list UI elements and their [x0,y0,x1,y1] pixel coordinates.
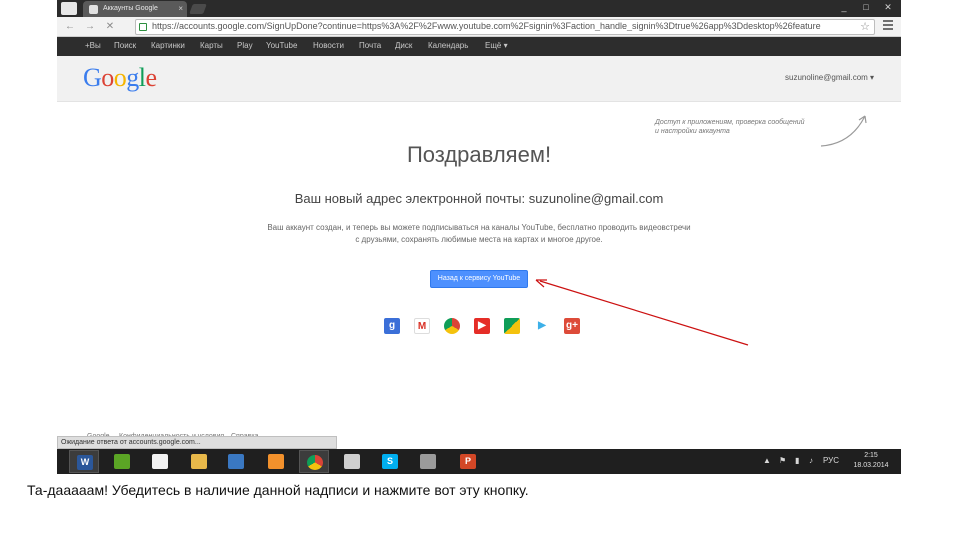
clock-date: 18.03.2014 [853,462,889,469]
taskbar-app-dark[interactable] [337,450,367,473]
google-plus-red-icon[interactable]: g+ [564,318,580,334]
google-plus-icon[interactable]: g [384,318,400,334]
stop-button[interactable]: ✕ [103,20,117,34]
play-icon[interactable]: ▶ [534,318,550,334]
tray-arrow-icon[interactable]: ▲ [763,456,771,465]
page-title: Поздравляем! [406,142,552,167]
page-header: Google suzunoline@gmail.com ▾ [57,56,901,102]
tray-flag-icon[interactable]: ⚑ [779,456,786,465]
product-icons: g M ▶ ▶ g+ [384,318,580,334]
explorer-icon [191,454,207,469]
evernote-icon [114,454,130,469]
google-favicon-icon [89,5,98,14]
taskbar-evernote[interactable] [107,450,137,473]
youtube-icon[interactable]: ▶ [474,318,490,334]
language-indicator[interactable]: РУС [823,456,839,465]
back-to-youtube-button[interactable]: Назад к сервису YouTube [430,270,528,288]
tray-volume-icon[interactable]: ♪ [809,456,813,465]
app-dark-icon [344,454,360,469]
taskbar-chrome[interactable] [299,450,329,473]
maps-icon[interactable] [504,318,520,334]
gbar-item-3[interactable]: Карты [200,41,223,50]
powerpoint-icon: P [460,454,476,469]
taskbar-app-blue[interactable] [221,450,251,473]
taskbar-apps[interactable] [145,450,175,473]
browser-titlebar: Аккаунты Google × _ □ ✕ [57,0,901,17]
lock-icon [139,23,147,31]
url-text: https://accounts.google.com/SignUpDone?c… [152,21,821,31]
bookmark-star-icon[interactable]: ☆ [860,20,870,33]
screenshot: Аккаунты Google × _ □ ✕ ← → ✕ https://ac… [57,0,901,474]
tank-icon [420,454,436,469]
google-logo[interactable]: Google [83,63,157,93]
clock-time: 2:15 [864,452,878,459]
tray-network-icon[interactable]: ▮ [795,456,799,465]
new-tab-button[interactable] [189,4,207,14]
maximize-button[interactable]: □ [855,0,877,14]
gbar-item-10[interactable]: Ещё ▾ [485,41,508,50]
taskbar-powerpoint[interactable]: P [453,450,483,473]
gbar-item-9[interactable]: Календарь [428,41,468,50]
tab-title: Аккаунты Google [103,5,158,12]
gbar-item-4[interactable]: Play [237,41,253,50]
browser-profile-icon[interactable] [61,2,77,15]
windows-taskbar: ▲ ⚑ ▮ ♪ РУС 2:15 18.03.2014 W S P [57,449,901,474]
minimize-button[interactable]: _ [833,0,855,14]
tab-accounts[interactable]: Аккаунты Google × [83,1,187,17]
status-bubble: Ожидание ответа от accounts.google.com..… [57,436,337,449]
taskbar-tank[interactable] [413,450,443,473]
gbar-item-7[interactable]: Почта [359,41,381,50]
gbar-item-0[interactable]: +Вы [85,41,101,50]
gbar-item-6[interactable]: Новости [313,41,344,50]
skype-icon: S [382,454,398,469]
url-bar[interactable]: https://accounts.google.com/SignUpDone?c… [135,19,875,35]
gbar-item-1[interactable]: Поиск [114,41,136,50]
gbar-item-2[interactable]: Картинки [151,41,185,50]
close-window-button[interactable]: ✕ [877,0,899,14]
taskbar-explorer[interactable] [184,450,214,473]
app-blue-icon [228,454,244,469]
taskbar-skype[interactable]: S [375,450,405,473]
new-email-text: Ваш новый адрес электронной почты: suzun… [294,191,664,206]
forward-button[interactable]: → [83,20,97,34]
app-orange-icon [268,454,284,469]
chrome-icon [307,455,323,470]
caption-text: Та-дааааам! Убедитесь в наличие данной н… [27,482,529,498]
google-bar: +Вы Поиск Картинки Карты Play YouTube Новости П… [57,37,901,56]
word-icon: W [77,455,93,470]
gbar-item-8[interactable]: Диск [395,41,412,50]
clock[interactable]: 2:15 18.03.2014 [851,451,891,471]
apps-icon [152,454,168,469]
taskbar-word[interactable]: W [69,450,99,473]
taskbar-app-orange[interactable] [261,450,291,473]
gbar-item-5[interactable]: YouTube [266,41,297,50]
tab-close-icon[interactable]: × [178,1,183,17]
chrome-icon[interactable] [444,318,460,334]
gmail-icon[interactable]: M [414,318,430,334]
description-text: Ваш аккаунт создан, и теперь вы можете п… [267,223,691,244]
menu-icon[interactable] [883,20,895,32]
back-button[interactable]: ← [63,20,77,34]
address-row: ← → ✕ https://accounts.google.com/SignUp… [57,17,901,37]
account-menu[interactable]: suzunoline@gmail.com ▾ [785,73,874,82]
apps-hint-text: Доступ к приложениям, проверка сообщений… [655,119,805,135]
